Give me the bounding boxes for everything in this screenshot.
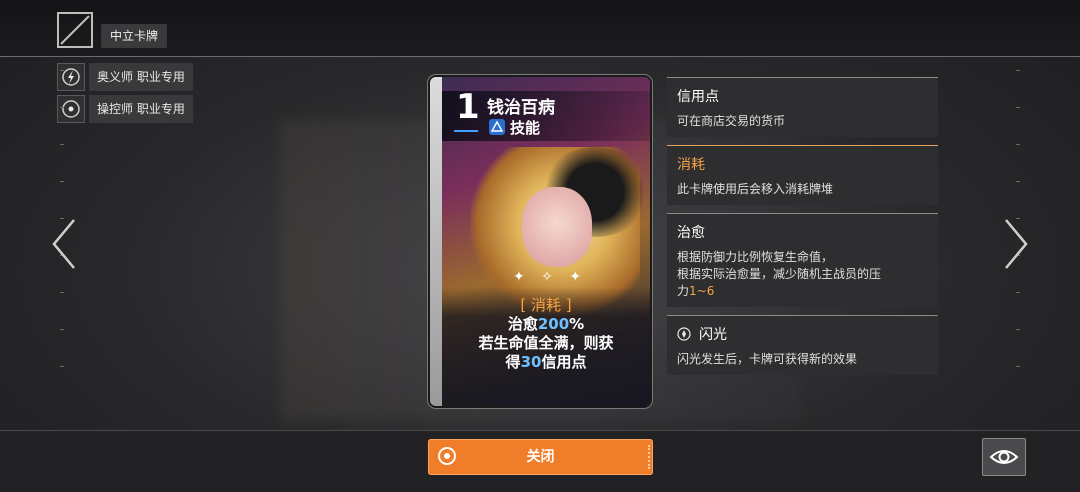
class-tag-label: 奥义师 职业专用 (89, 63, 193, 91)
eye-icon (989, 450, 1019, 464)
sparkle-icon: ✦ ✧ ✦ (512, 269, 588, 285)
card-cost: 1 (456, 87, 480, 127)
next-arrow-icon[interactable] (1002, 218, 1030, 270)
card-edge (430, 77, 442, 406)
info-heal: 治愈 根据防御力比例恢复生命值， 根据实际治愈量，减少随机主战员的压 力1~6 (667, 213, 938, 307)
view-art-button[interactable] (982, 438, 1026, 476)
card-art-face (522, 187, 592, 267)
info-title: 消耗 (677, 157, 705, 173)
info-title: 闪光 (677, 324, 928, 344)
flash-icon (677, 327, 691, 341)
card-category-tag: 中立卡牌 (101, 24, 168, 48)
neutral-card-icon (57, 12, 93, 48)
skill-type-icon (489, 119, 505, 135)
card-preview: 1 钱治百病 技能 ✦ ✧ ✦ [ 消耗 ] 治愈200% 若生命值全满，则获 … (430, 77, 650, 406)
cost-underline (454, 130, 478, 132)
info-credit: 信用点 可在商店交易的货币 (667, 77, 938, 137)
card-type: 技能 (510, 119, 541, 137)
info-body: 可在商店交易的货币 (677, 114, 786, 128)
keyword-exhaust: [ 消耗 ] (520, 296, 572, 314)
card-description: [ 消耗 ] 治愈200% 若生命值全满，则获 得30信用点 (442, 296, 650, 372)
info-flash: 闪光 闪光发生后，卡牌可获得新的效果 (667, 315, 938, 375)
card-name: 钱治百病 (487, 98, 555, 118)
info-body: 根据防御力比例恢复生命值， 根据实际治愈量，减少随机主战员的压 力1~6 (677, 250, 882, 298)
close-button-label: 关闭 (526, 449, 555, 465)
info-title: 治愈 (677, 225, 705, 241)
button-dots-decoration (646, 445, 650, 469)
desc-line-1: 治愈200% (507, 315, 585, 333)
desc-line-2: 若生命值全满，则获 (478, 334, 614, 352)
class-tag-label: 操控师 职业专用 (89, 95, 193, 123)
info-body: 此卡牌使用后会移入消耗牌堆 (677, 182, 834, 196)
info-exhaust: 消耗 此卡牌使用后会移入消耗牌堆 (667, 145, 938, 205)
desc-line-3: 得30信用点 (505, 353, 587, 371)
close-button[interactable]: 关闭 (428, 439, 653, 475)
info-title: 信用点 (677, 89, 719, 105)
info-body: 闪光发生后，卡牌可获得新的效果 (677, 352, 858, 366)
previous-arrow-icon[interactable] (50, 218, 78, 270)
